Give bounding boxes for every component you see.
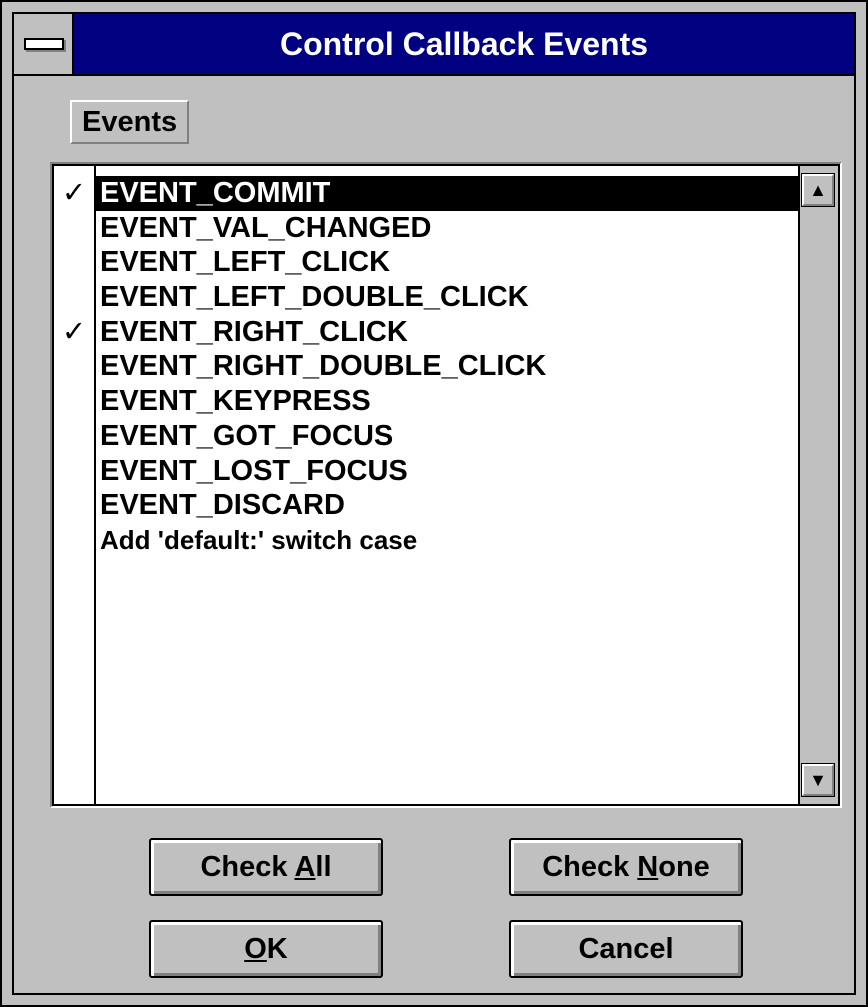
list-item[interactable]: EVENT_DISCARD	[54, 488, 804, 523]
list-item[interactable]: EVENT_GOT_FOCUS	[54, 419, 804, 454]
list-item-label: EVENT_RIGHT_DOUBLE_CLICK	[100, 350, 547, 383]
system-menu-icon	[24, 38, 64, 50]
events-list-items: ✓ EVENT_COMMIT EVENT_VAL_CHANGED EVENT_LEFT…	[54, 176, 804, 558]
scroll-down-arrow-icon[interactable]: ▼	[801, 763, 835, 797]
check-all-mnemonic: A	[294, 851, 316, 883]
check-all-label-pre: Check	[200, 851, 295, 883]
title-bar[interactable]: Control Callback Events	[14, 14, 854, 76]
checkmark-icon: ✓	[61, 315, 87, 348]
list-item[interactable]: EVENT_LEFT_DOUBLE_CLICK	[54, 280, 804, 315]
list-item-label: EVENT_VAL_CHANGED	[100, 211, 432, 244]
list-item[interactable]: EVENT_RIGHT_DOUBLE_CLICK	[54, 349, 804, 384]
checkmark-icon: ✓	[61, 177, 87, 209]
scroll-up-arrow-icon[interactable]: ▲	[801, 173, 835, 207]
list-item[interactable]: EVENT_LEFT_CLICK	[54, 245, 804, 280]
system-menu-button[interactable]	[14, 14, 74, 74]
cancel-button[interactable]: Cancel	[509, 920, 743, 978]
check-none-label-post: one	[658, 851, 710, 883]
list-item-label: EVENT_LOST_FOCUS	[100, 454, 408, 487]
window-title: Control Callback Events	[279, 26, 649, 62]
list-item[interactable]: ✓ EVENT_COMMIT	[54, 176, 804, 211]
dialog-window: Control Callback Events Events ✓ EVENT_CO…	[0, 0, 868, 1007]
list-item[interactable]: Add 'default:' switch case	[54, 523, 804, 558]
list-item[interactable]: ✓ EVENT_RIGHT_CLICK	[54, 315, 804, 350]
list-item-label: EVENT_GOT_FOCUS	[100, 419, 394, 452]
events-list-frame: ✓ EVENT_COMMIT EVENT_VAL_CHANGED EVENT_LEFT…	[50, 162, 842, 808]
ok-label-post: K	[266, 933, 288, 965]
list-item-label: EVENT_LEFT_DOUBLE_CLICK	[100, 281, 529, 314]
check-all-label-post: ll	[315, 851, 332, 883]
cancel-label: Cancel	[578, 933, 674, 965]
list-item[interactable]: EVENT_LOST_FOCUS	[54, 454, 804, 489]
list-item[interactable]: EVENT_VAL_CHANGED	[54, 211, 804, 246]
list-item-label: EVENT_COMMIT	[96, 176, 804, 211]
check-all-button[interactable]: Check All	[149, 838, 383, 896]
ok-mnemonic: O	[244, 933, 267, 965]
list-item[interactable]: EVENT_KEYPRESS	[54, 384, 804, 419]
list-item-label: EVENT_DISCARD	[100, 489, 345, 522]
ok-button[interactable]: OK	[149, 920, 383, 978]
list-item-label: Add 'default:' switch case	[100, 524, 418, 555]
list-item-label: EVENT_LEFT_CLICK	[100, 246, 391, 279]
vertical-scrollbar[interactable]: ▲ ▼	[798, 166, 838, 804]
dialog-frame: Control Callback Events Events ✓ EVENT_CO…	[12, 12, 856, 995]
events-listbox[interactable]: ✓ EVENT_COMMIT EVENT_VAL_CHANGED EVENT_LEFT…	[52, 164, 840, 806]
list-item-label: EVENT_RIGHT_CLICK	[100, 315, 408, 348]
list-item-label: EVENT_KEYPRESS	[100, 385, 371, 418]
check-none-mnemonic: N	[637, 851, 659, 883]
check-none-button[interactable]: Check None	[509, 838, 743, 896]
check-none-label-pre: Check	[542, 851, 638, 883]
events-label: Events	[70, 100, 190, 144]
